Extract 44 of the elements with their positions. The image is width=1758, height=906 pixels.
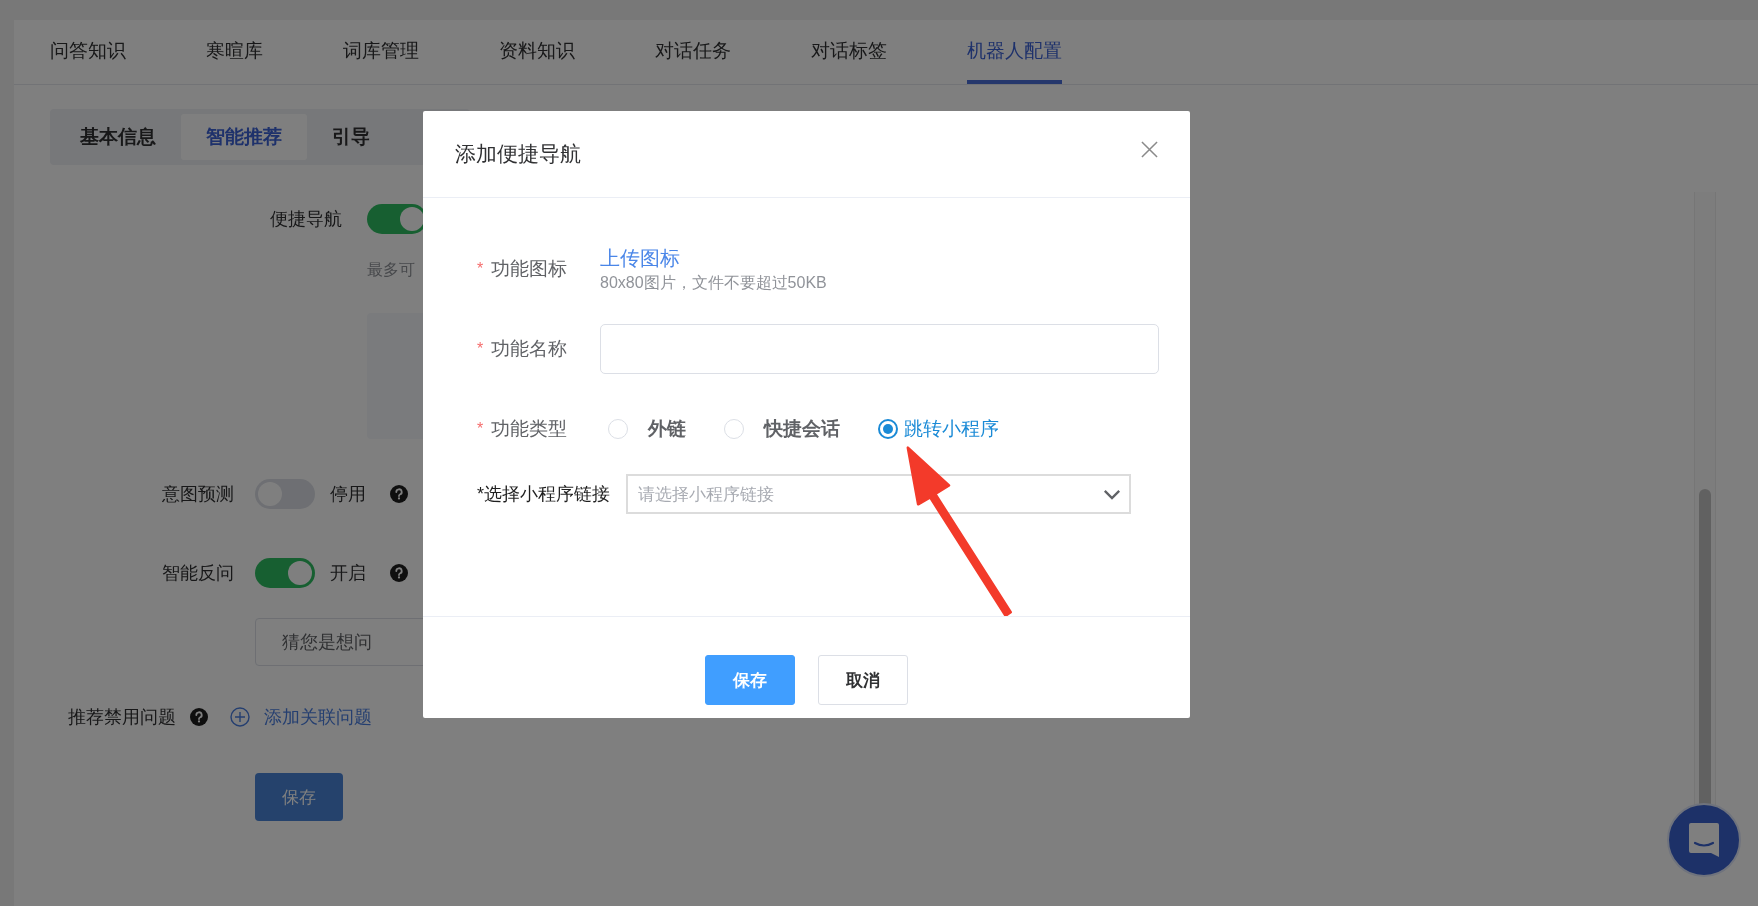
help-icon[interactable] — [390, 485, 408, 503]
chevron-down-icon — [1103, 488, 1121, 500]
toggle-switch[interactable] — [255, 558, 315, 588]
subtab[interactable]: 智能推荐 — [181, 114, 307, 160]
status-text: 停用 — [330, 483, 366, 506]
field-label: 推荐禁用问题 — [68, 706, 176, 729]
field-label: *选择小程序链接 — [477, 483, 610, 506]
nav-tab[interactable]: 资料知识 — [499, 20, 575, 84]
nav-tab[interactable]: 机器人配置 — [967, 20, 1062, 84]
radio-button[interactable] — [878, 419, 898, 439]
upload-link[interactable]: 上传图标 — [600, 244, 827, 272]
required-mark: * — [477, 260, 484, 278]
help-icon[interactable] — [190, 708, 208, 726]
radio-label[interactable]: 快捷会话 — [764, 416, 840, 442]
field-label: 便捷导航 — [269, 208, 342, 231]
save-button[interactable]: 保存 — [705, 655, 795, 705]
field-label: 智能反问 — [161, 562, 234, 585]
required-mark: * — [477, 340, 484, 358]
field-label: 功能名称 — [491, 337, 568, 361]
close-icon[interactable] — [1141, 140, 1158, 158]
name-input[interactable] — [600, 324, 1159, 374]
nav-tab[interactable]: 对话标签 — [811, 20, 887, 84]
nav-tab[interactable]: 词库管理 — [343, 20, 419, 84]
nav-tab[interactable]: 对话任务 — [655, 20, 731, 84]
radio-label[interactable]: 外链 — [648, 416, 686, 442]
add-question-link[interactable]: 添加关联问题 — [264, 705, 372, 729]
subtab[interactable]: 基本信息 — [55, 114, 181, 160]
subtab[interactable]: 引导 — [307, 114, 395, 160]
field-label: 意图预测 — [161, 483, 234, 506]
field-label: 功能类型 — [491, 417, 568, 441]
status-text: 开启 — [330, 562, 366, 585]
nav-tab[interactable]: 问答知识 — [50, 20, 126, 84]
add-icon[interactable] — [230, 707, 250, 727]
select-field[interactable]: 请选择小程序链接 — [626, 474, 1131, 514]
save-button[interactable]: 保存 — [255, 773, 343, 821]
cancel-button[interactable]: 取消 — [818, 655, 908, 705]
hint-text: 80x80图片，文件不要超过50KB — [600, 273, 827, 293]
help-icon[interactable] — [390, 564, 408, 582]
radio-label[interactable]: 跳转小程序 — [904, 416, 999, 442]
chat-icon — [1687, 821, 1721, 859]
dialog-title: 添加便捷导航 — [455, 141, 581, 167]
field-label: 功能图标 — [491, 257, 568, 281]
nav-tab[interactable]: 寒暄库 — [206, 20, 263, 84]
required-mark: * — [477, 420, 484, 438]
